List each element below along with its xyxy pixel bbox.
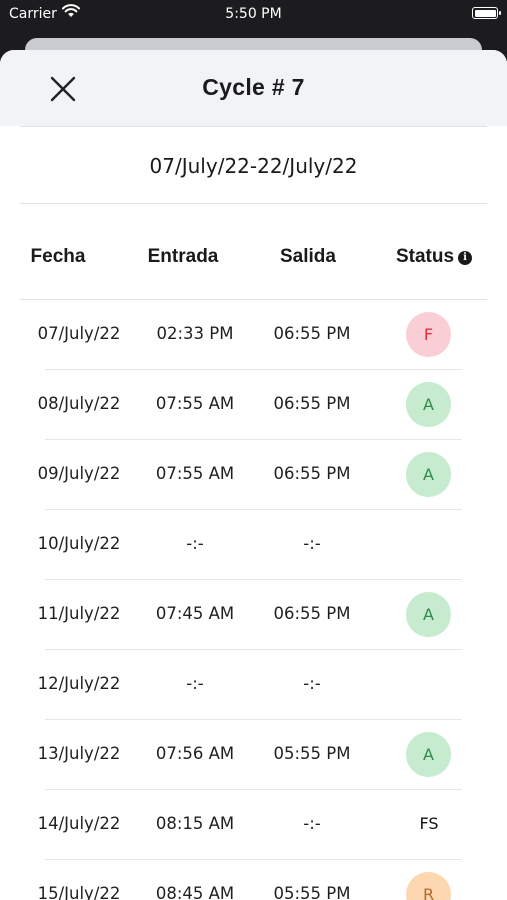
cell-fecha: 08/July/22: [37, 394, 121, 413]
cell-entrada: 07:56 AM: [155, 744, 235, 763]
cell-entrada: 02:33 PM: [156, 324, 234, 343]
cell-salida: -:-: [303, 534, 321, 553]
cell-salida: 06:55 PM: [273, 604, 351, 623]
table-row[interactable]: 10/July/22 -:- -:-: [0, 510, 507, 580]
clock: 5:50 PM: [225, 6, 282, 22]
status-badge: A: [406, 382, 451, 427]
battery-icon: [472, 7, 501, 19]
table-row[interactable]: 14/July/22 08:15 AM -:- FS: [0, 790, 507, 860]
cell-entrada: -:-: [186, 674, 204, 693]
table-row[interactable]: 11/July/22 07:45 AM 06:55 PM A: [0, 580, 507, 650]
status-text: FS: [419, 814, 439, 833]
column-header-fecha: Fecha: [30, 246, 86, 267]
status-badge: A: [406, 592, 451, 637]
status-badge: F: [406, 312, 451, 357]
cell-salida: 06:55 PM: [273, 324, 351, 343]
table-row[interactable]: 12/July/22 -:- -:-: [0, 650, 507, 720]
cycle-sheet: Cycle # 7 07/July/22-22/July/22 Fecha En…: [0, 50, 507, 900]
cell-entrada: 08:45 AM: [155, 884, 235, 900]
cell-salida: 06:55 PM: [273, 394, 351, 413]
cell-entrada: 07:55 AM: [155, 464, 235, 483]
status-badge: A: [406, 732, 451, 777]
column-header-status-label: Status: [395, 246, 455, 267]
cell-salida: 05:55 PM: [273, 884, 351, 900]
cell-fecha: 10/July/22: [37, 534, 121, 553]
cell-fecha: 11/July/22: [37, 604, 121, 623]
cell-salida: 05:55 PM: [273, 744, 351, 763]
table-row[interactable]: 09/July/22 07:55 AM 06:55 PM A: [0, 440, 507, 510]
column-header-salida: Salida: [280, 246, 336, 267]
cell-fecha: 15/July/22: [37, 884, 121, 900]
status-bar: Carrier 5:50 PM: [0, 0, 507, 30]
cell-fecha: 09/July/22: [37, 464, 121, 483]
column-header-status: Status i: [372, 246, 496, 268]
cell-fecha: 07/July/22: [37, 324, 121, 343]
table-row[interactable]: 08/July/22 07:55 AM 06:55 PM A: [0, 370, 507, 440]
info-icon[interactable]: i: [458, 251, 473, 265]
column-header-entrada: Entrada: [147, 246, 219, 267]
cell-salida: 06:55 PM: [273, 464, 351, 483]
cell-entrada: 07:45 AM: [155, 604, 235, 623]
page-title: Cycle # 7: [202, 74, 305, 100]
table-row[interactable]: 15/July/22 08:45 AM 05:55 PM R: [0, 860, 507, 900]
cell-fecha: 12/July/22: [37, 674, 121, 693]
cell-fecha: 14/July/22: [37, 814, 121, 833]
table-row[interactable]: 13/July/22 07:56 AM 05:55 PM A: [0, 720, 507, 790]
cell-entrada: 08:15 AM: [155, 814, 235, 833]
cell-fecha: 13/July/22: [37, 744, 121, 763]
status-badge: A: [406, 452, 451, 497]
status-badge: R: [406, 872, 451, 900]
divider: [20, 203, 487, 204]
cell-entrada: 07:55 AM: [155, 394, 235, 413]
cell-entrada: -:-: [186, 534, 204, 553]
table-row[interactable]: 07/July/22 02:33 PM 06:55 PM F: [0, 300, 507, 370]
cell-salida: -:-: [303, 814, 321, 833]
cycle-date-range: 07/July/22-22/July/22: [149, 154, 358, 178]
cell-salida: -:-: [303, 674, 321, 693]
divider: [20, 126, 487, 127]
sheet-header: Cycle # 7: [0, 50, 507, 126]
